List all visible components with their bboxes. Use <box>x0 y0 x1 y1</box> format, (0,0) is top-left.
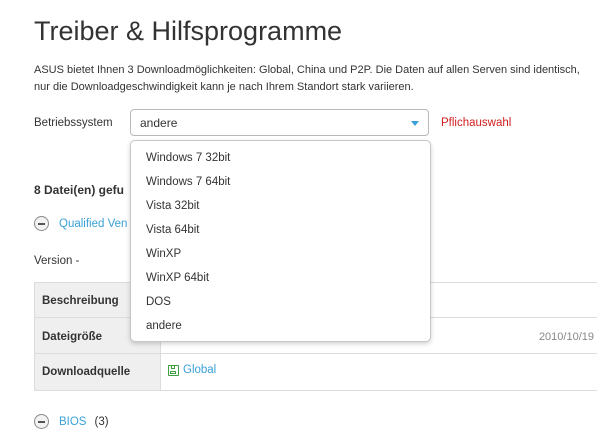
required-label: Pflichauswahl <box>441 117 512 129</box>
collapse-icon[interactable] <box>34 414 49 429</box>
os-option[interactable]: Vista 64bit <box>131 218 430 242</box>
chevron-down-icon <box>411 121 419 126</box>
download-global-label[interactable]: Global <box>183 364 216 376</box>
os-option[interactable]: andere <box>131 314 430 338</box>
os-label: Betriebssystem <box>34 117 113 129</box>
os-option[interactable]: DOS <box>131 290 430 314</box>
os-option[interactable]: WinXP 64bit <box>131 266 430 290</box>
description-row-label: Beschreibung <box>42 295 119 307</box>
os-select[interactable]: andere <box>130 109 429 136</box>
download-global-link[interactable]: Global <box>168 364 216 376</box>
collapse-icon[interactable] <box>34 216 49 231</box>
page-description: ASUS bietet Ihnen 3 Downloadmöglichkeite… <box>34 62 597 96</box>
section-qualified-vendor[interactable]: Qualified Ven <box>34 216 127 231</box>
section-bios-count: (3) <box>94 415 109 428</box>
section-bios[interactable]: BIOS (3) <box>34 414 109 429</box>
row-divider <box>34 353 597 354</box>
os-option[interactable]: Windows 7 32bit <box>131 146 430 170</box>
save-icon <box>168 364 179 376</box>
os-option[interactable]: Windows 7 64bit <box>131 170 430 194</box>
filesize-row-label: Dateigröße <box>42 331 103 343</box>
os-option[interactable]: WinXP <box>131 242 430 266</box>
page-title: Treiber & Hilfsprogramme <box>34 16 343 46</box>
os-dropdown-menu: Windows 7 32bit Windows 7 64bit Vista 32… <box>130 140 431 342</box>
file-count: 8 Datei(en) gefu <box>34 183 125 197</box>
description-line-1: ASUS bietet Ihnen 3 Downloadmöglichkeite… <box>34 64 580 76</box>
os-select-value: andere <box>140 116 178 130</box>
version-text: Version - <box>34 255 80 267</box>
description-line-2: nur die Downloadgeschwindigkeit kann je … <box>34 81 414 93</box>
file-date: 2010/10/19 <box>538 331 594 343</box>
download-source-row-label: Downloadquelle <box>42 366 131 378</box>
section-bios-label[interactable]: BIOS <box>59 416 86 428</box>
os-option[interactable]: Vista 32bit <box>131 194 430 218</box>
section-qualified-vendor-label[interactable]: Qualified Ven <box>59 218 127 230</box>
